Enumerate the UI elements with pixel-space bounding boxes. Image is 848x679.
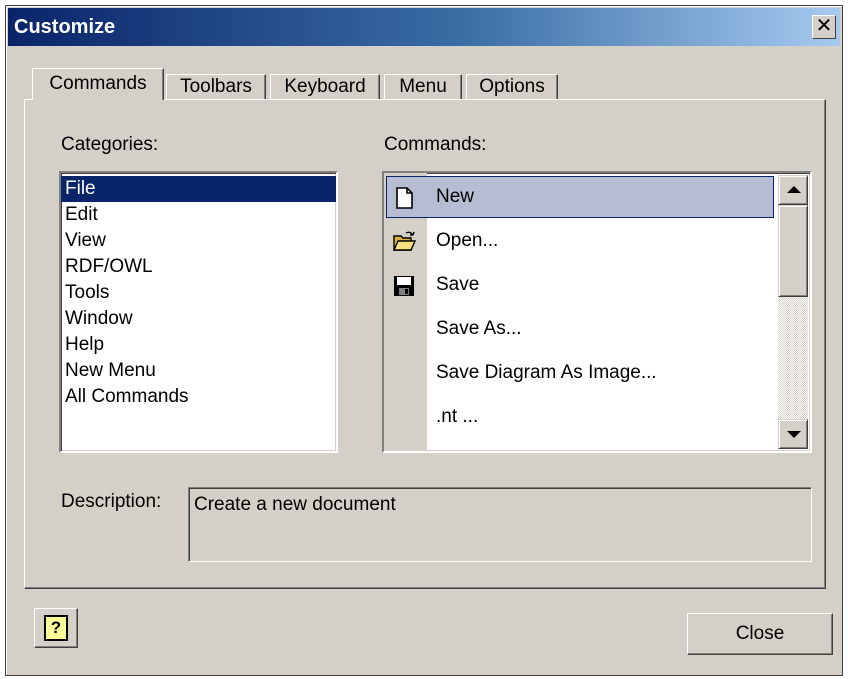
close-icon: ✕ bbox=[815, 15, 833, 37]
command-label: .nt ... bbox=[436, 406, 479, 427]
category-item-rdf-owl[interactable]: RDF/OWL bbox=[61, 254, 336, 280]
description-label: Description: bbox=[61, 491, 162, 512]
tab-menu[interactable]: Menu bbox=[384, 74, 462, 100]
tab-menu-label: Menu bbox=[399, 76, 447, 97]
open-folder-icon bbox=[392, 231, 416, 251]
command-label: Open... bbox=[436, 230, 499, 251]
arrow-up-icon bbox=[787, 186, 801, 193]
command-item-new[interactable]: New bbox=[384, 175, 776, 219]
command-item-save[interactable]: Save bbox=[384, 263, 776, 307]
category-item-view[interactable]: View bbox=[61, 228, 336, 254]
command-label: Save Diagram As Image... bbox=[436, 362, 657, 383]
command-label: Save bbox=[436, 274, 480, 295]
commands-listbox[interactable]: New Open... Save Save As... Save Diagram… bbox=[382, 171, 812, 453]
command-label: Save As... bbox=[436, 318, 522, 339]
category-item-window[interactable]: Window bbox=[61, 306, 336, 332]
close-button-label: Close bbox=[735, 623, 785, 644]
tab-toolbars-label: Toolbars bbox=[180, 76, 252, 97]
category-item-all-commands[interactable]: All Commands bbox=[61, 384, 336, 410]
title-bar[interactable]: Customize ✕ bbox=[8, 8, 840, 46]
window-title: Customize bbox=[14, 16, 116, 38]
category-item-tools[interactable]: Tools bbox=[61, 280, 336, 306]
close-button[interactable]: Close bbox=[687, 613, 833, 655]
tab-commands[interactable]: Commands bbox=[32, 68, 164, 100]
help-icon: ? bbox=[44, 615, 68, 641]
category-item-file[interactable]: File bbox=[61, 176, 336, 202]
command-item-save-as[interactable]: Save As... bbox=[384, 307, 776, 351]
commands-label: Commands: bbox=[384, 134, 487, 155]
tab-options[interactable]: Options bbox=[466, 74, 558, 100]
commands-scrollbar[interactable] bbox=[778, 175, 808, 449]
arrow-down-icon bbox=[787, 431, 801, 438]
category-item-edit[interactable]: Edit bbox=[61, 202, 336, 228]
command-item-save-diagram-as-image[interactable]: Save Diagram As Image... bbox=[384, 351, 776, 395]
command-item-nt[interactable]: .nt ... bbox=[384, 395, 776, 439]
categories-label: Categories: bbox=[61, 134, 159, 155]
help-button[interactable]: ? bbox=[34, 608, 78, 648]
command-item-open[interactable]: Open... bbox=[384, 219, 776, 263]
tab-commands-label: Commands bbox=[49, 73, 147, 94]
category-item-help[interactable]: Help bbox=[61, 332, 336, 358]
window-close-button[interactable]: ✕ bbox=[812, 15, 836, 39]
new-document-icon bbox=[396, 187, 413, 209]
scroll-up-button[interactable] bbox=[778, 175, 808, 205]
tab-toolbars[interactable]: Toolbars bbox=[166, 74, 266, 100]
category-item-new-menu[interactable]: New Menu bbox=[61, 358, 336, 384]
save-disk-icon bbox=[394, 276, 414, 296]
categories-listbox[interactable]: File Edit View RDF/OWL Tools Window Help… bbox=[59, 171, 338, 453]
description-box: Create a new document bbox=[188, 487, 812, 562]
scroll-down-button[interactable] bbox=[778, 419, 808, 449]
tab-keyboard[interactable]: Keyboard bbox=[270, 74, 380, 100]
command-label: New bbox=[436, 186, 475, 207]
tab-options-label: Options bbox=[479, 76, 545, 97]
scroll-thumb[interactable] bbox=[778, 205, 808, 297]
tab-keyboard-label: Keyboard bbox=[284, 76, 366, 97]
description-text: Create a new document bbox=[194, 494, 396, 515]
